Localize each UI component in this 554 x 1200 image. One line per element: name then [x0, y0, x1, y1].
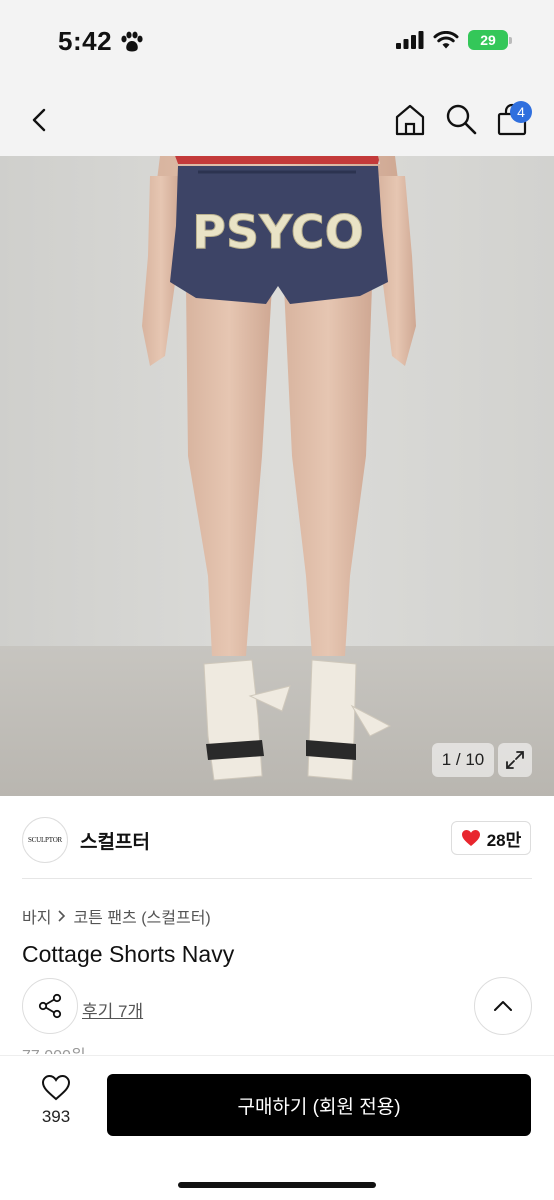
- brand-row[interactable]: SCULPTOR 스컬프터 28만: [0, 800, 554, 878]
- home-icon[interactable]: [392, 102, 428, 138]
- buy-button[interactable]: 구매하기 (회원 전용): [107, 1074, 531, 1136]
- signal-icon: [396, 31, 424, 49]
- breadcrumb-subcategory[interactable]: 코튼 팬츠 (스컬프터): [73, 904, 210, 928]
- heart-outline-icon: [41, 1074, 71, 1101]
- status-bar: 5:42 29: [0, 0, 554, 84]
- product-page: 5:42 29 4 PSYCO 1 / 10 SCULPTOR 스컬프터 28만…: [0, 0, 554, 1200]
- paw-icon: [121, 31, 143, 51]
- brand-logo[interactable]: SCULPTOR: [22, 817, 68, 863]
- chevron-right-icon: [58, 910, 66, 922]
- time-text: 5:42: [58, 26, 113, 56]
- scroll-top-button[interactable]: [474, 977, 532, 1035]
- status-icons: 29: [396, 30, 512, 50]
- heart-icon: [461, 830, 480, 846]
- divider: [22, 878, 532, 879]
- original-price: 77,000원: [22, 1042, 86, 1054]
- share-icon: [38, 993, 62, 1019]
- image-counter: 1 / 10: [432, 743, 494, 777]
- brand-logo-text: SCULPTOR: [27, 836, 63, 844]
- status-time: 5:42: [58, 26, 144, 57]
- product-image[interactable]: PSYCO: [0, 156, 554, 796]
- brand-like-button[interactable]: 28만: [451, 821, 531, 855]
- top-nav-bar: [0, 84, 554, 156]
- wishlist-button[interactable]: 393: [22, 1074, 90, 1140]
- wishlist-count: 393: [41, 1107, 71, 1126]
- product-photo: PSYCO: [0, 156, 554, 796]
- bottom-action-bar: 393 구매하기 (회원 전용): [0, 1055, 554, 1200]
- cart-count-badge: 4: [510, 101, 532, 123]
- shorts-print-text: PSYCO: [192, 205, 363, 259]
- breadcrumb: 바지 코튼 팬츠 (스컬프터): [22, 904, 211, 928]
- breadcrumb-category[interactable]: 바지: [22, 904, 51, 928]
- chevron-up-icon: [494, 1001, 512, 1011]
- battery-indicator: 29: [468, 30, 512, 50]
- back-icon[interactable]: [24, 104, 56, 136]
- brand-like-count: 28만: [486, 830, 522, 850]
- expand-button[interactable]: [498, 743, 532, 777]
- search-icon[interactable]: [444, 102, 478, 136]
- product-title: Cottage Shorts Navy: [22, 941, 235, 967]
- share-button[interactable]: [22, 978, 78, 1034]
- home-indicator: [178, 1182, 376, 1188]
- wifi-icon: [433, 30, 459, 48]
- expand-icon: [506, 751, 524, 769]
- reviews-link[interactable]: 후기 7개: [82, 997, 143, 1022]
- brand-name[interactable]: 스컬프터: [80, 827, 150, 854]
